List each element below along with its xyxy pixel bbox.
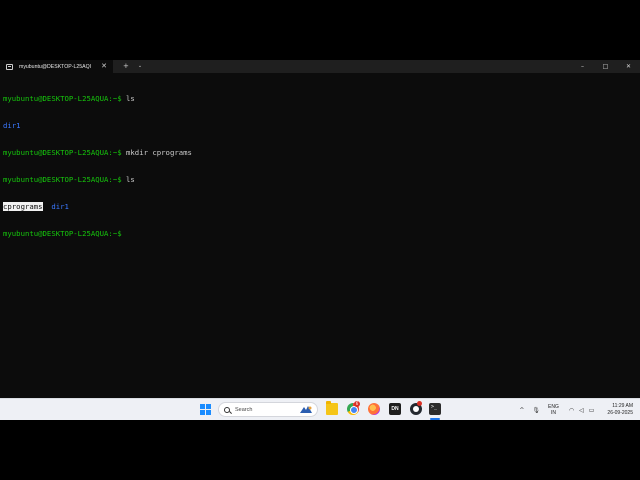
windows-start-icon[interactable] [200,404,211,415]
firefox-icon[interactable] [368,403,380,415]
terminal-tab-icon [6,63,13,70]
minimize-button[interactable]: – [571,60,594,73]
terminal-tab[interactable]: myubuntu@DESKTOP-L25AQI ✕ [0,60,113,73]
search-icon [224,406,230,413]
active-app-indicator [430,418,440,420]
new-tab-button[interactable]: + [123,60,129,73]
prompt: myubuntu@DESKTOP-L25AQUA:~$ [3,148,122,157]
directory-entry: dir1 [51,202,69,211]
battery-icon: ▭ [588,406,595,414]
clock[interactable]: 11:29 AM 26-09-2025 [607,403,633,417]
prompt: myubuntu@DESKTOP-L25AQUA:~$ [3,229,122,238]
command: mkdir cprograms [121,148,192,157]
region-code: IN [550,410,556,416]
terminal-output[interactable]: myubuntu@DESKTOP-L25AQUA:~$ ls dir1 myub… [3,76,192,256]
screen: myubuntu@DESKTOP-L25AQI ✕ + ⌄ – □ ✕ myub… [0,60,640,420]
time: 11:29 AM [612,403,633,409]
terminal-line: myubuntu@DESKTOP-L25AQUA:~$ ls [3,175,192,184]
terminal-line: cprograms dir1 [3,202,192,211]
terminal-line: myubuntu@DESKTOP-L25AQUA:~$ mkdir cprogr… [3,148,192,157]
language-indicator[interactable]: ENG IN [548,404,559,416]
selected-directory-entry: cprograms [3,202,43,211]
terminal-line: dir1 [3,121,192,130]
date: 26-09-2025 [607,410,633,416]
chrome-badge: 6 [354,401,360,407]
maximize-button[interactable]: □ [594,60,617,73]
taskbar-search-box[interactable]: Search [218,402,318,417]
dn-icon[interactable]: DN [389,403,401,415]
microphone-icon[interactable]: 🎙 [532,407,540,414]
terminal-icon[interactable] [429,403,441,415]
search-placeholder: Search [235,406,253,413]
terminal-line: myubuntu@DESKTOP-L25AQUA:~$ ls [3,94,192,103]
close-button[interactable]: ✕ [617,60,640,73]
tab-close-icon[interactable]: ✕ [101,62,107,71]
tab-dropdown-button[interactable]: ⌄ [138,60,142,73]
notification-badge [417,401,422,406]
title-bar: myubuntu@DESKTOP-L25AQI ✕ + ⌄ – □ ✕ [0,60,640,73]
command: ls [121,94,135,103]
command: ls [121,175,135,184]
search-highlight-icon [300,406,312,413]
taskbar: Search 6 DN ^ 🎙 ENG IN ◠ ◁ ▭ [0,398,640,420]
prompt: myubuntu@DESKTOP-L25AQUA:~$ [3,94,122,103]
quick-settings[interactable]: ◠ ◁ ▭ [569,407,600,414]
wifi-icon: ◠ [568,406,575,414]
system-tray: ^ 🎙 ENG IN ◠ ◁ ▭ 11:29 AM 26-09-2025 [519,399,636,421]
directory-entry: dir1 [3,121,21,130]
tab-title: myubuntu@DESKTOP-L25AQI [19,63,92,70]
volume-icon: ◁ [579,406,584,414]
terminal-line: myubuntu@DESKTOP-L25AQUA:~$ [3,229,192,238]
prompt: myubuntu@DESKTOP-L25AQUA:~$ [3,175,122,184]
file-explorer-icon[interactable] [326,401,338,415]
window-controls: – □ ✕ [571,60,640,73]
show-hidden-icons-chevron-icon[interactable]: ^ [519,407,524,414]
